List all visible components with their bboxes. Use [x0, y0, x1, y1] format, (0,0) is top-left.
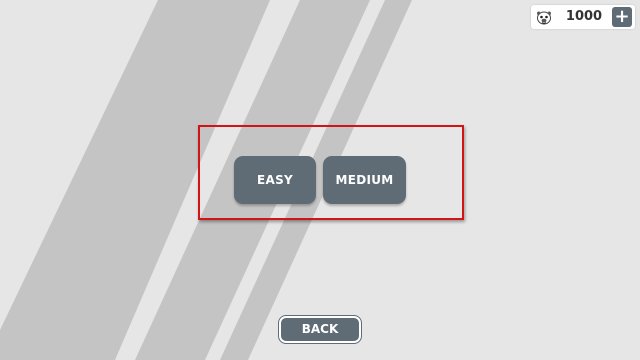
easy-button[interactable]: EASY [234, 156, 316, 204]
game-screen: 1000 + EASY MEDIUM BACK [0, 0, 640, 360]
pug-dog-head-icon [537, 11, 551, 25]
back-button[interactable]: BACK [278, 315, 362, 344]
coin-counter: 1000 + [531, 5, 635, 29]
medium-button[interactable]: MEDIUM [323, 156, 406, 204]
add-coins-button[interactable]: + [612, 7, 632, 27]
coin-balance: 1000 [565, 9, 603, 24]
